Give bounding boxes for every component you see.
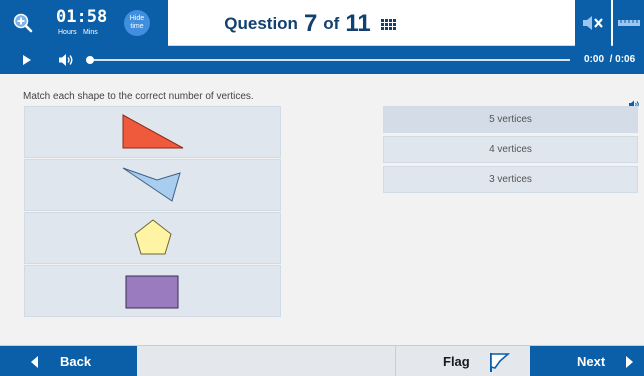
arrow-left-icon [31,356,38,368]
mute-button[interactable] [575,0,611,46]
scrubber-handle[interactable] [86,56,94,64]
shape-tile-triangle[interactable] [24,106,281,158]
back-button[interactable]: Back [0,346,137,376]
arrow-right-icon [626,356,633,368]
question-total: 11 [345,10,371,37]
timer-digits: 01:58 [56,7,107,27]
play-button[interactable] [22,53,32,71]
countdown-timer: 01:58 Hours Mins Hide time [46,0,168,46]
timer-separator: : [76,7,87,27]
flag-label: Flag [443,354,470,369]
answer-tile[interactable]: 5 vertices [383,106,638,133]
ruler-button[interactable] [613,0,644,46]
volume-button[interactable] [58,53,74,72]
pentagon-shape [134,219,172,255]
timer-hours: 01 [56,7,77,27]
question-title: Question 7 of 11 [200,10,420,38]
flag-button[interactable]: Flag [395,346,530,376]
time-readout: 0:00 / 0:06 [584,54,635,65]
question-of: of [323,14,340,33]
flag-icon [490,353,510,372]
shape-tile-arrowhead[interactable] [24,159,281,211]
quadrilateral-shape [122,167,181,202]
navigation-footer: Back Flag Next [0,345,644,376]
answer-tile[interactable]: 3 vertices [383,166,638,193]
rectangle-shape [125,275,179,309]
timer-minutes-label: Mins [83,29,98,36]
duration: / 0:06 [609,54,636,65]
question-prefix: Question [224,14,298,33]
ruler-icon [617,20,640,26]
shape-tile-rectangle[interactable] [24,265,281,317]
hide-time-button[interactable]: Hide time [124,10,150,36]
audio-player: 0:00 / 0:06 [0,46,644,74]
question-current: 7 [303,10,318,37]
shape-tile-pentagon[interactable] [24,212,281,264]
timer-hours-label: Hours [58,29,77,36]
zoom-button[interactable] [0,0,46,46]
audio-scrubber[interactable] [86,56,570,64]
question-grid-icon[interactable] [380,18,396,30]
next-label: Next [577,354,606,369]
next-button[interactable]: Next [530,346,644,376]
timer-minutes: 58 [86,7,108,27]
top-header: 01:58 Hours Mins Hide time Question 7 of… [0,0,644,46]
back-label: Back [60,354,92,369]
speaker-icon [59,54,73,66]
speaker-mute-icon [583,16,603,30]
zoom-in-icon [13,13,33,33]
play-icon [23,55,31,65]
answer-tile[interactable]: 4 vertices [383,136,638,163]
test-app: 01:58 Hours Mins Hide time Question 7 of… [0,0,644,376]
current-time: 0:00 [584,54,605,65]
question-instruction: Match each shape to the correct number o… [23,91,254,102]
triangle-shape [122,114,184,149]
